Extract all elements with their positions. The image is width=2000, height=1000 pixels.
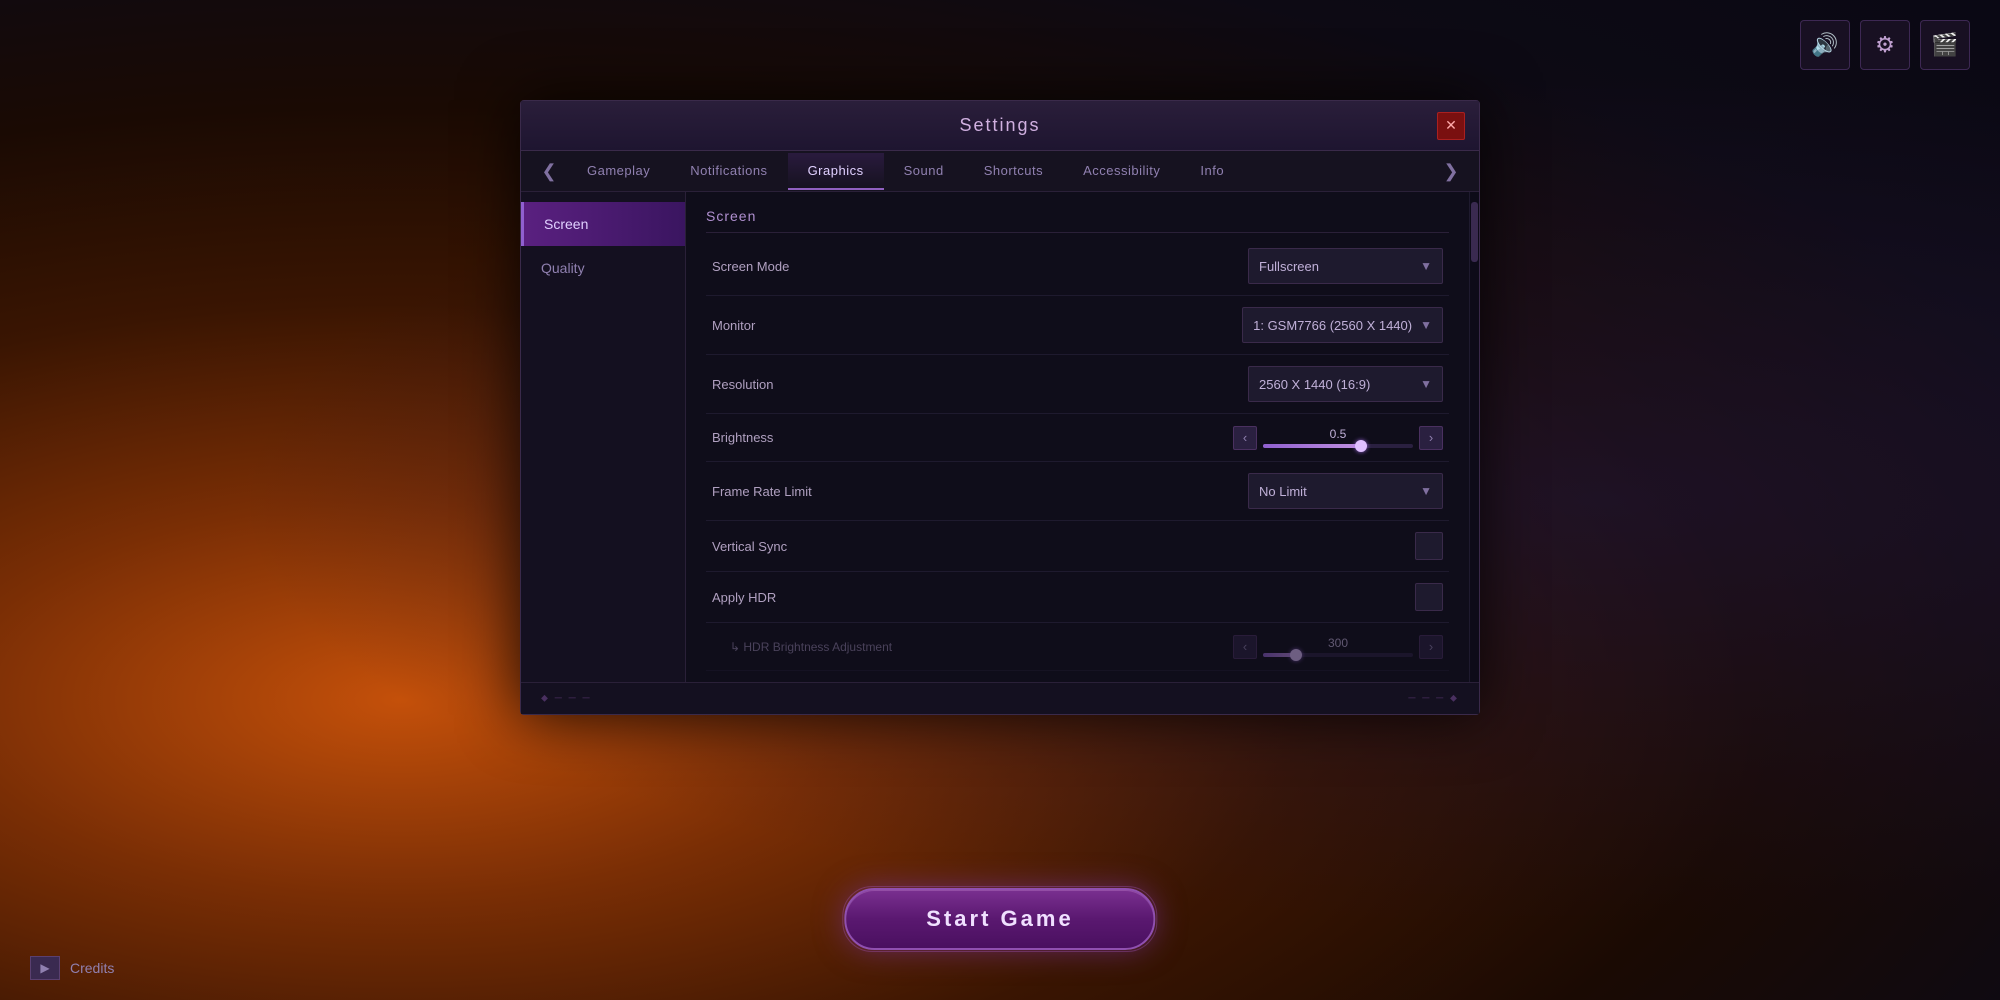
section-screen-title: Screen — [706, 208, 1449, 233]
dropdown-frame-rate-value: No Limit — [1259, 484, 1307, 499]
setting-row-resolution: Resolution 2560 X 1440 (16:9) ▼ — [706, 355, 1449, 414]
screenshot-icon-button[interactable]: 🎬 — [1920, 20, 1970, 70]
setting-label-brightness: Brightness — [712, 430, 1233, 445]
modal-titlebar: Settings ✕ — [521, 101, 1479, 151]
sound-icon-button[interactable]: 🔊 — [1800, 20, 1850, 70]
modal-footer: ⬥ ─ ─ ─ ─ ─ ─ ⬥ — [521, 682, 1479, 714]
sidebar-item-screen[interactable]: Screen — [521, 202, 685, 246]
modal-body: Screen Quality Screen Screen Mode Fullsc… — [521, 192, 1479, 682]
setting-label-resolution: Resolution — [712, 377, 1248, 392]
footer-deco-right: ─ ─ ─ ⬥ — [1408, 693, 1459, 704]
hdr-brightness-slider-wrapper: 300 — [1263, 636, 1413, 657]
modal-title: Settings — [959, 115, 1040, 136]
brightness-slider-wrapper: 0.5 — [1263, 427, 1413, 448]
dropdown-frame-rate[interactable]: No Limit ▼ — [1248, 473, 1443, 509]
brightness-value: 0.5 — [1263, 427, 1413, 441]
settings-content: Screen Screen Mode Fullscreen ▼ Monitor … — [686, 192, 1469, 682]
scroll-track[interactable] — [1469, 192, 1479, 682]
dropdown-monitor[interactable]: 1: GSM7766 (2560 X 1440) ▼ — [1242, 307, 1443, 343]
start-game-area: Start Game — [844, 888, 1155, 950]
dropdown-resolution[interactable]: 2560 X 1440 (16:9) ▼ — [1248, 366, 1443, 402]
tabs-list: Gameplay Notifications Graphics Sound Sh… — [567, 153, 1433, 190]
settings-modal: Settings ✕ ❮ Gameplay Notifications Grap… — [520, 100, 1480, 715]
tab-accessibility[interactable]: Accessibility — [1063, 153, 1180, 190]
setting-label-frame-rate: Frame Rate Limit — [712, 484, 1248, 499]
credits-area: ▶ Credits — [30, 956, 114, 980]
tab-gameplay[interactable]: Gameplay — [567, 153, 670, 190]
hdr-brightness-slider-track[interactable] — [1263, 653, 1413, 657]
tab-notifications[interactable]: Notifications — [670, 153, 787, 190]
setting-label-hdr-brightness: ↳ HDR Brightness Adjustment — [712, 640, 1233, 654]
checkbox-vsync[interactable] — [1415, 532, 1443, 560]
setting-row-monitor: Monitor 1: GSM7766 (2560 X 1440) ▼ — [706, 296, 1449, 355]
tab-graphics[interactable]: Graphics — [788, 153, 884, 190]
tab-shortcuts[interactable]: Shortcuts — [964, 153, 1063, 190]
setting-row-vsync: Vertical Sync — [706, 521, 1449, 572]
tab-prev-arrow[interactable]: ❮ — [531, 151, 567, 191]
hdr-brightness-slider-thumb — [1290, 649, 1302, 661]
checkbox-hdr[interactable] — [1415, 583, 1443, 611]
slider-control-hdr-brightness: ‹ 300 › — [1233, 635, 1443, 659]
setting-label-vsync: Vertical Sync — [712, 539, 1415, 554]
brightness-slider-track[interactable] — [1263, 444, 1413, 448]
tab-next-arrow[interactable]: ❯ — [1433, 151, 1469, 191]
setting-row-frame-rate: Frame Rate Limit No Limit ▼ — [706, 462, 1449, 521]
setting-row-res-scale: Resolution Scale ‹ 100% › — [706, 671, 1449, 682]
credits-label[interactable]: Credits — [70, 960, 114, 976]
tab-info[interactable]: Info — [1180, 153, 1244, 190]
brightness-slider-thumb — [1355, 440, 1367, 452]
setting-label-screen-mode: Screen Mode — [712, 259, 1248, 274]
scroll-thumb — [1471, 202, 1478, 262]
dropdown-resolution-value: 2560 X 1440 (16:9) — [1259, 377, 1370, 392]
brightness-slider-fill — [1263, 444, 1361, 448]
setting-row-hdr-brightness: ↳ HDR Brightness Adjustment ‹ 300 › — [706, 623, 1449, 671]
brightness-decrease-button[interactable]: ‹ — [1233, 426, 1257, 450]
dropdown-resolution-arrow: ▼ — [1420, 377, 1432, 391]
setting-label-monitor: Monitor — [712, 318, 1242, 333]
setting-label-hdr: Apply HDR — [712, 590, 1415, 605]
setting-row-brightness: Brightness ‹ 0.5 › — [706, 414, 1449, 462]
dropdown-frame-rate-arrow: ▼ — [1420, 484, 1432, 498]
top-icons-bar: 🔊 ⚙ 🎬 — [1800, 20, 1970, 70]
setting-row-screen-mode: Screen Mode Fullscreen ▼ — [706, 237, 1449, 296]
hdr-brightness-increase-button[interactable]: › — [1419, 635, 1443, 659]
settings-icon-button[interactable]: ⚙ — [1860, 20, 1910, 70]
dropdown-screen-mode-value: Fullscreen — [1259, 259, 1319, 274]
close-button[interactable]: ✕ — [1437, 112, 1465, 140]
hdr-brightness-decrease-button[interactable]: ‹ — [1233, 635, 1257, 659]
dropdown-monitor-arrow: ▼ — [1420, 318, 1432, 332]
tab-sound[interactable]: Sound — [884, 153, 964, 190]
dropdown-monitor-value: 1: GSM7766 (2560 X 1440) — [1253, 318, 1412, 333]
footer-deco-left: ⬥ ─ ─ ─ — [541, 693, 592, 704]
hdr-brightness-value: 300 — [1263, 636, 1413, 650]
dropdown-screen-mode[interactable]: Fullscreen ▼ — [1248, 248, 1443, 284]
sidebar-item-quality[interactable]: Quality — [521, 246, 685, 290]
brightness-increase-button[interactable]: › — [1419, 426, 1443, 450]
setting-row-hdr: Apply HDR — [706, 572, 1449, 623]
credits-icon: ▶ — [30, 956, 60, 980]
sidebar: Screen Quality — [521, 192, 686, 682]
start-game-button[interactable]: Start Game — [844, 888, 1155, 950]
slider-control-brightness: ‹ 0.5 › — [1233, 426, 1443, 450]
dropdown-screen-mode-arrow: ▼ — [1420, 259, 1432, 273]
tabs-bar: ❮ Gameplay Notifications Graphics Sound … — [521, 151, 1479, 192]
